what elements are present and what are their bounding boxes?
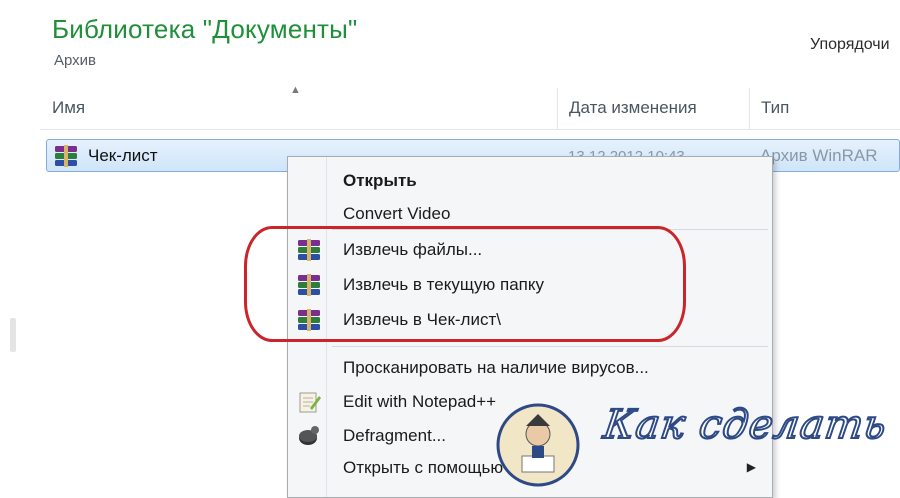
file-name: Чек-лист <box>88 146 158 165</box>
menu-item-label: Defragment... <box>343 426 446 445</box>
scrollbar-fragment[interactable] <box>10 318 16 352</box>
file-type: Архив WinRAR <box>760 146 878 165</box>
watermark-mascot-icon <box>496 403 580 487</box>
sort-arrow-icon: ▲ <box>290 84 301 96</box>
menu-item-label: Просканировать на наличие вирусов... <box>343 358 649 377</box>
menu-item-label: Открыть с помощью <box>343 458 504 477</box>
column-header-row: ▲ Имя Дата изменения Тип <box>40 84 900 130</box>
menu-item-label: Открыть <box>343 171 417 190</box>
library-subtitle: Архив <box>54 52 97 69</box>
arrange-by-button[interactable]: Упорядочи <box>810 36 890 54</box>
menu-separator <box>332 346 768 347</box>
menu-item-label: Edit with Notepad++ <box>343 392 497 411</box>
menu-item-open[interactable]: Открыть <box>288 165 772 197</box>
menu-item-virus-scan[interactable]: Просканировать на наличие вирусов... <box>288 352 772 384</box>
watermark-text: Как сделать все?! <box>600 401 900 449</box>
explorer-window: Библиотека "Документы" Архив Упорядочи ▲… <box>0 0 900 498</box>
highlight-ring <box>244 226 686 342</box>
column-divider[interactable] <box>557 88 558 130</box>
winrar-archive-icon <box>55 145 77 167</box>
column-header-date[interactable]: Дата изменения <box>569 98 697 118</box>
library-title: Библиотека "Документы" <box>52 14 358 44</box>
watermark: Как сделать все?! <box>494 394 900 498</box>
defragment-icon <box>299 426 319 445</box>
notepad-plus-plus-icon <box>299 392 321 413</box>
column-divider[interactable] <box>749 88 750 130</box>
column-header-type[interactable]: Тип <box>761 98 789 118</box>
menu-item-label: Convert Video <box>343 204 451 223</box>
column-header-name[interactable]: Имя <box>52 98 85 118</box>
